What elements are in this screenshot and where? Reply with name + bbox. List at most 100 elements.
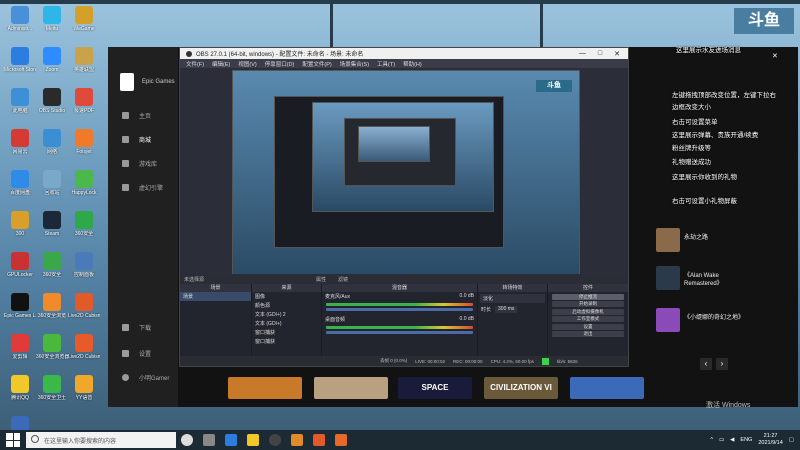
settings-button[interactable]: 设置 <box>552 323 624 330</box>
desktop-icon[interactable]: 爱剪辑 <box>4 334 36 360</box>
source-item[interactable]: 窗口捕获 <box>252 337 321 346</box>
obs-taskbar-icon[interactable] <box>269 434 281 446</box>
store-game-card[interactable]: CIVILIZATION VI <box>484 377 558 399</box>
desktop-icon[interactable]: 此电脑 <box>4 88 36 114</box>
obs-preview-canvas[interactable]: 斗鱼 <box>232 70 580 278</box>
transition-select[interactable]: 淡化 <box>480 294 545 303</box>
store-game-card[interactable] <box>314 377 388 399</box>
desktop-icon[interactable]: WeGame <box>68 6 100 32</box>
epic-nav-settings[interactable]: 设置 <box>122 349 151 358</box>
desktop-icon[interactable]: Zoom <box>36 47 68 73</box>
minimize-icon[interactable]: — <box>579 50 586 58</box>
task-view-icon[interactable] <box>203 434 215 446</box>
desktop-icon[interactable]: YY语音 <box>68 375 100 401</box>
desktop-icon[interactable]: 360安全浏览器 <box>36 334 68 360</box>
desktop-icon[interactable]: Administr... <box>4 6 36 32</box>
desktop-icon-label: 360安全 <box>42 272 62 278</box>
desktop-icon[interactable]: GPULocker <box>4 252 36 278</box>
game-title[interactable]: 《Alan Wake Remastered》 <box>684 272 744 288</box>
desktop-icon[interactable]: Fotojet <box>68 129 100 155</box>
clock[interactable]: 21:27 2021/9/14 <box>758 433 782 447</box>
volume-icon[interactable]: ◀ <box>730 437 734 443</box>
desktop-icon[interactable]: Live2D Cubism <box>68 334 100 360</box>
scene-item[interactable]: 场景 <box>180 292 251 301</box>
epic-nav-library[interactable]: 游戏库 <box>122 159 157 168</box>
menu-edit[interactable]: 编辑(E) <box>212 60 230 68</box>
volume-slider[interactable] <box>326 308 473 311</box>
menu-file[interactable]: 文件(F) <box>186 60 204 68</box>
game-title[interactable]: 《小缇娜的奇幻之地》 <box>684 314 744 322</box>
desktop-icon[interactable]: 极速PDF <box>68 88 100 114</box>
store-game-card[interactable]: SPACE <box>398 377 472 399</box>
app-taskbar-icon[interactable] <box>335 434 347 446</box>
desktop-icon[interactable]: 百度网盘 <box>4 170 36 196</box>
close-icon[interactable]: ✕ <box>614 50 620 58</box>
properties-button[interactable]: 属性 <box>316 276 326 283</box>
desktop-icon[interactable]: OBS Studio <box>36 88 68 114</box>
close-icon[interactable]: ✕ <box>772 52 778 60</box>
duration-input[interactable]: 300 ms <box>495 306 518 313</box>
desktop-icon[interactable]: 360安全 <box>68 211 100 237</box>
game-title[interactable]: 永劫之路 <box>684 234 744 242</box>
epic-nav-account[interactable]: 小明Gamer <box>122 373 169 382</box>
notifications-icon[interactable]: ▢ <box>789 437 794 443</box>
start-recording-button[interactable]: 开始录制 <box>552 301 624 307</box>
cortana-icon[interactable] <box>181 434 193 446</box>
store-game-card[interactable] <box>228 377 302 399</box>
search-input[interactable]: 在这里输入你要搜索的内容 <box>26 432 176 448</box>
menu-view[interactable]: 视图(V) <box>238 60 256 68</box>
game-cover[interactable] <box>656 266 680 290</box>
desktop-icon[interactable]: 控制面板 <box>68 252 100 278</box>
desktop-icon[interactable]: 300 <box>4 211 36 237</box>
filters-button[interactable]: 滤镜 <box>338 276 348 283</box>
tray-chevron-icon[interactable]: ^ <box>710 437 713 443</box>
start-button[interactable] <box>6 433 20 447</box>
epic-nav-downloads[interactable]: 下载 <box>122 323 151 332</box>
source-item[interactable]: 文本 (GDI+) <box>252 319 321 328</box>
source-item[interactable]: 窗口捕获 <box>252 328 321 337</box>
desktop-icon[interactable]: Live2D Cubism <box>68 293 100 319</box>
menu-help[interactable]: 帮助(H) <box>403 60 422 68</box>
desktop-icon[interactable]: Microsoft Store <box>4 47 36 73</box>
desktop-icon[interactable]: 网络 <box>36 129 68 155</box>
desktop-icon[interactable]: 360安全浏览 <box>36 293 68 319</box>
desktop-icon[interactable]: 腾讯QQ <box>4 375 36 401</box>
grid-icon <box>122 160 129 167</box>
menu-scene-collection[interactable]: 场景集合(S) <box>340 60 369 68</box>
studio-mode-button[interactable]: 工作室模式 <box>552 316 624 322</box>
game-cover[interactable] <box>656 308 680 332</box>
epic-nav-home[interactable]: 主页 <box>122 111 151 120</box>
desktop-icon[interactable]: 360安全卫士 <box>36 375 68 401</box>
desktop-icon[interactable]: 回收站 <box>36 170 68 196</box>
virtual-camera-button[interactable]: 启动虚拟摄像机 <box>552 308 624 315</box>
epic-nav-store[interactable]: 商城 <box>122 135 151 144</box>
next-arrow-icon[interactable]: › <box>716 358 728 370</box>
stop-streaming-button[interactable]: 停止推流 <box>552 293 624 300</box>
source-item[interactable]: 文本 (GDI+) 2 <box>252 310 321 319</box>
desktop-icon[interactable]: HappyLock <box>68 170 100 196</box>
store-game-card[interactable] <box>570 377 644 399</box>
desktop-icon[interactable]: 网易云 <box>4 129 36 155</box>
exit-button[interactable]: 退出 <box>552 331 624 337</box>
file-explorer-icon[interactable] <box>247 434 259 446</box>
network-icon[interactable]: ▭ <box>719 437 724 443</box>
menu-docks[interactable]: 停靠窗口(D) <box>265 60 295 68</box>
app-taskbar-icon[interactable] <box>291 434 303 446</box>
maximize-icon[interactable]: □ <box>598 50 602 58</box>
epic-nav-unreal[interactable]: 虚幻引擎 <box>122 183 163 192</box>
menu-tools[interactable]: 工具(T) <box>377 60 395 68</box>
app-taskbar-icon[interactable] <box>313 434 325 446</box>
desktop-icon[interactable]: Steam <box>36 211 68 237</box>
edge-icon[interactable] <box>225 434 237 446</box>
volume-slider[interactable] <box>326 331 473 334</box>
desktop-icon[interactable]: Epic Games Launcher <box>4 293 36 319</box>
desktop-icon[interactable]: Meitu <box>36 6 68 32</box>
prev-arrow-icon[interactable]: ‹ <box>700 358 712 370</box>
language-indicator[interactable]: ENG <box>740 437 752 443</box>
desktop-icon[interactable]: 360安全 <box>36 252 68 278</box>
desktop-icon[interactable]: 英雄联盟 <box>68 47 100 73</box>
source-item[interactable]: 图像 <box>252 292 321 301</box>
game-cover[interactable] <box>656 228 680 252</box>
menu-profile[interactable]: 配置文件(P) <box>302 60 331 68</box>
source-item[interactable]: 颜色源 <box>252 301 321 310</box>
